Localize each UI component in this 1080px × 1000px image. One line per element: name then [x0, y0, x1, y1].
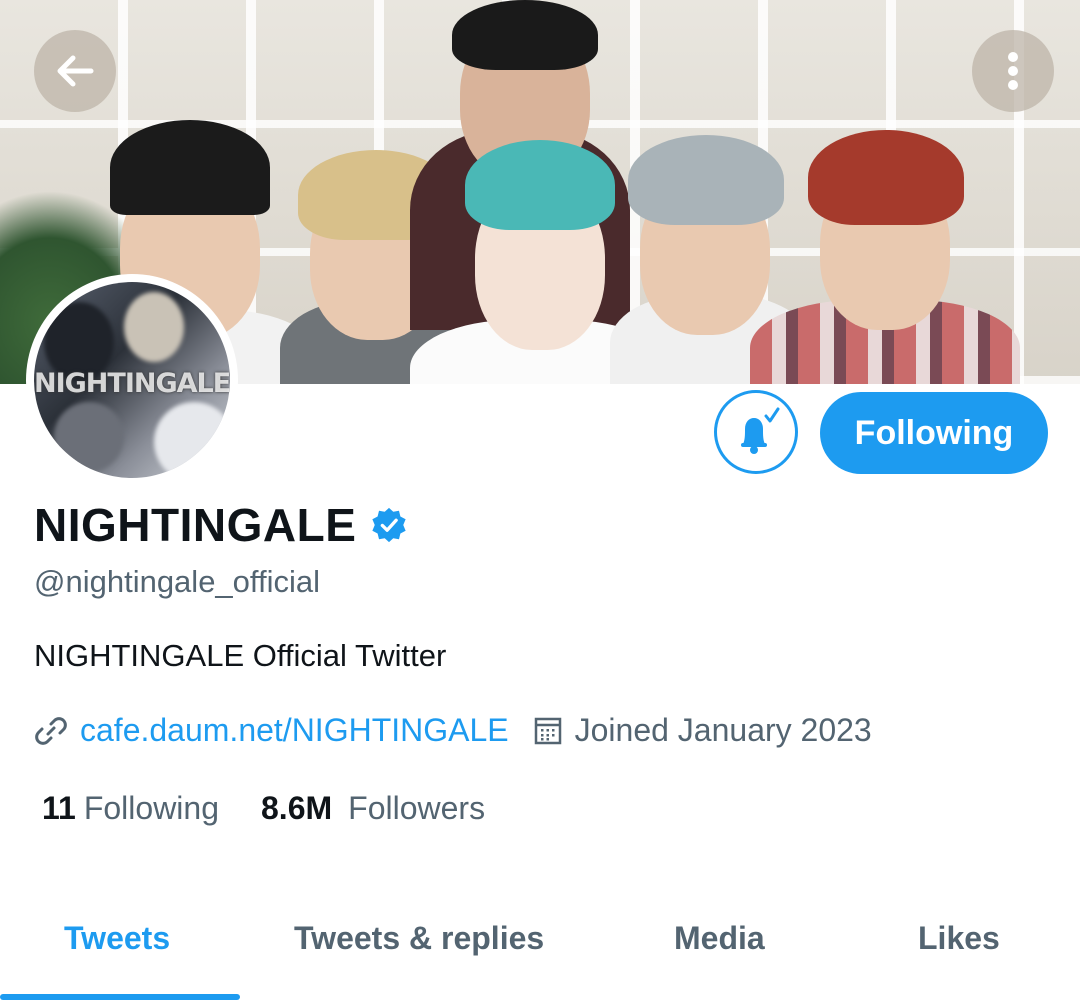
profile-tabs: Tweets Tweets & replies Media Likes	[0, 910, 1080, 1000]
arrow-left-icon	[57, 55, 94, 87]
back-button[interactable]	[34, 30, 116, 112]
active-tab-indicator	[0, 994, 240, 1000]
followers-stat[interactable]: 8.6M Followers	[261, 790, 485, 827]
tab-media[interactable]: Media	[674, 920, 765, 957]
website-link[interactable]: cafe.daum.net/NIGHTINGALE	[80, 712, 509, 749]
followers-label: Followers	[348, 790, 486, 826]
followers-count: 8.6M	[261, 790, 333, 826]
profile-stats: 11 Following 8.6M Followers	[42, 790, 485, 827]
profile-meta: cafe.daum.net/NIGHTINGALE Joined January…	[34, 712, 872, 749]
tab-tweets[interactable]: Tweets	[64, 920, 170, 957]
profile-handle: @nightingale_official	[34, 564, 320, 599]
following-count: 11	[42, 790, 76, 826]
link-icon	[35, 716, 67, 745]
avatar-watermark: NIGHTINGALE	[34, 368, 230, 399]
notifications-button[interactable]	[714, 390, 798, 474]
more-options-button[interactable]	[972, 30, 1054, 112]
bell-check-icon	[741, 407, 780, 454]
more-vertical-icon	[1008, 52, 1018, 90]
profile-bio: NIGHTINGALE Official Twitter	[34, 638, 447, 673]
joined-date: Joined January 2023	[574, 712, 872, 748]
following-label: Following	[83, 790, 219, 826]
profile-name-row: NIGHTINGALE	[34, 498, 408, 552]
profile-avatar[interactable]: NIGHTINGALE	[26, 274, 238, 486]
following-stat[interactable]: 11 Following	[42, 790, 219, 827]
following-button[interactable]: Following	[820, 392, 1048, 474]
calendar-icon	[534, 717, 561, 744]
display-name: NIGHTINGALE	[34, 499, 357, 551]
verified-badge-icon	[372, 507, 407, 543]
avatar-image: NIGHTINGALE	[34, 282, 230, 478]
tab-tweets-replies[interactable]: Tweets & replies	[294, 920, 544, 957]
tab-likes[interactable]: Likes	[918, 920, 1000, 957]
